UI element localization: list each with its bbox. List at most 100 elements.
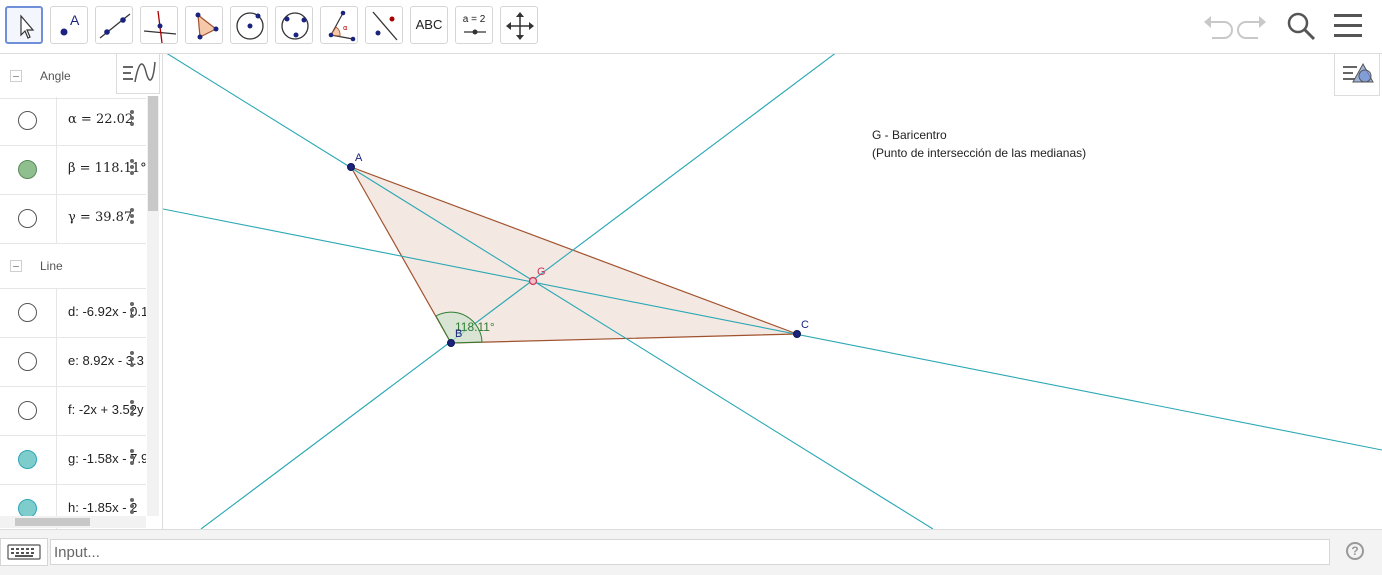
visibility-toggle[interactable] — [18, 209, 37, 228]
construction-svg[interactable]: 118.11° A B C G — [163, 54, 1382, 529]
perpendicular-line-tool-button[interactable] — [140, 6, 178, 44]
line-tool-button[interactable] — [95, 6, 133, 44]
keyboard-icon — [7, 544, 41, 560]
perpendicular-line-icon — [143, 10, 177, 44]
visibility-cell — [0, 436, 57, 484]
text-tool-button[interactable]: ABC — [410, 6, 448, 44]
undo-icon[interactable] — [1200, 8, 1234, 44]
algebra-row[interactable]: g: -1.58x - 7.9 — [0, 436, 146, 485]
visibility-cell — [0, 146, 57, 194]
circle-tool-button[interactable] — [230, 6, 268, 44]
visibility-toggle[interactable] — [18, 352, 37, 371]
angle-value: = 22.02 — [80, 112, 134, 127]
algebra-row[interactable]: β = 118.11° — [0, 146, 146, 195]
angle-icon: α — [328, 10, 356, 42]
toolbar: A α ABC a = 2 — [0, 0, 1382, 54]
point-b-label: B — [455, 328, 462, 340]
angle-name: α — [68, 112, 77, 127]
point-tool-button[interactable]: A — [50, 6, 88, 44]
algebra-view: Angle α = 22.02 β = 118.11° γ = 39.87 Li… — [0, 54, 163, 529]
style-bar-toggle[interactable] — [1334, 54, 1380, 96]
algebra-expression: d: -6.92x - 0.1 — [68, 304, 146, 319]
visibility-toggle[interactable] — [18, 401, 37, 420]
visibility-cell — [0, 289, 57, 337]
visibility-toggle[interactable] — [18, 160, 37, 179]
algebra-expression: γ = 39.87 — [68, 210, 132, 225]
horizontal-scrollbar[interactable] — [0, 516, 146, 528]
section-line: Line — [0, 244, 146, 289]
more-options-icon[interactable] — [130, 449, 134, 469]
algebra-row[interactable]: f: -2x + 3.52y — [0, 387, 146, 436]
median-line-c[interactable] — [163, 208, 1382, 451]
point-g-label: G — [537, 266, 546, 278]
visibility-cell — [0, 97, 57, 145]
angle-tool-button[interactable]: α — [320, 6, 358, 44]
polygon-tool-button[interactable] — [185, 6, 223, 44]
more-options-icon[interactable] — [130, 351, 134, 371]
visibility-cell — [0, 338, 57, 386]
graph-toggle-icon — [123, 61, 156, 83]
slider-icon — [464, 29, 486, 35]
section-title: Angle — [40, 69, 71, 83]
algebra-expression: β = 118.11° — [68, 161, 146, 176]
more-options-icon[interactable] — [130, 159, 134, 179]
point-g[interactable] — [528, 276, 538, 286]
algebra-row[interactable]: e: 8.92x - 3.3 — [0, 338, 146, 387]
more-options-icon[interactable] — [130, 400, 134, 420]
collapse-icon[interactable] — [10, 70, 22, 82]
reflect-icon — [372, 11, 398, 41]
point-a[interactable] — [347, 163, 355, 171]
algebra-view-toggle[interactable] — [116, 54, 160, 94]
move-tool-button[interactable] — [5, 6, 43, 44]
input-bar: ? — [0, 529, 1382, 575]
algebra-row[interactable]: γ = 39.87 — [0, 195, 146, 244]
scroll-thumb[interactable] — [15, 518, 90, 526]
visibility-cell — [0, 387, 57, 435]
algebra-expression: h: -1.85x - 2 — [68, 500, 138, 515]
angle-value: = 39.87 — [79, 210, 133, 225]
slider-tool-button[interactable]: a = 2 — [455, 6, 493, 44]
style-bar-icon — [1343, 62, 1374, 83]
text-tool-label: ABC — [415, 17, 443, 32]
visibility-toggle[interactable] — [18, 111, 37, 130]
reflect-tool-button[interactable] — [365, 6, 403, 44]
circle-three-points-icon — [281, 12, 309, 40]
algebra-row[interactable]: d: -6.92x - 0.1 — [0, 289, 146, 338]
angle-value: = 118.11° — [79, 161, 146, 176]
circle-through-points-tool-button[interactable] — [275, 6, 313, 44]
help-icon[interactable]: ? — [1346, 542, 1364, 560]
move-arrows-icon — [506, 12, 534, 40]
algebra-expression: α = 22.02 — [68, 112, 133, 127]
circle-icon — [236, 12, 264, 40]
cursor-arrow-icon — [20, 14, 35, 39]
point-c[interactable] — [793, 330, 801, 338]
more-options-icon[interactable] — [130, 498, 134, 518]
more-options-icon[interactable] — [130, 208, 134, 228]
visibility-cell — [0, 195, 57, 243]
point-icon: A — [60, 12, 80, 36]
triangle-abc[interactable] — [349, 165, 798, 344]
collapse-icon[interactable] — [10, 260, 22, 272]
keyboard-toggle[interactable] — [0, 538, 48, 566]
menu-icon[interactable] — [1332, 8, 1366, 44]
point-a-label: A — [355, 152, 363, 164]
point-c-label: C — [801, 319, 809, 331]
graphics-view[interactable]: 118.11° A B C G — [163, 54, 1382, 529]
visibility-toggle[interactable] — [18, 303, 37, 322]
algebra-expression: g: -1.58x - 7.9 — [68, 451, 146, 466]
move-graphics-view-tool-button[interactable] — [500, 6, 538, 44]
angle-name: β — [68, 161, 76, 176]
redo-icon[interactable] — [1236, 8, 1270, 44]
svg-text:α: α — [343, 24, 348, 32]
point-b[interactable] — [447, 339, 455, 347]
scroll-thumb[interactable] — [148, 96, 158, 211]
more-options-icon[interactable] — [130, 110, 134, 130]
more-options-icon[interactable] — [130, 302, 134, 322]
svg-text:A: A — [70, 12, 80, 28]
vertical-scrollbar[interactable] — [147, 96, 159, 516]
line-icon — [99, 13, 131, 39]
search-icon[interactable] — [1284, 8, 1318, 44]
input-field[interactable] — [50, 539, 1330, 565]
algebra-row[interactable]: α = 22.02 — [0, 97, 146, 146]
visibility-toggle[interactable] — [18, 450, 37, 469]
